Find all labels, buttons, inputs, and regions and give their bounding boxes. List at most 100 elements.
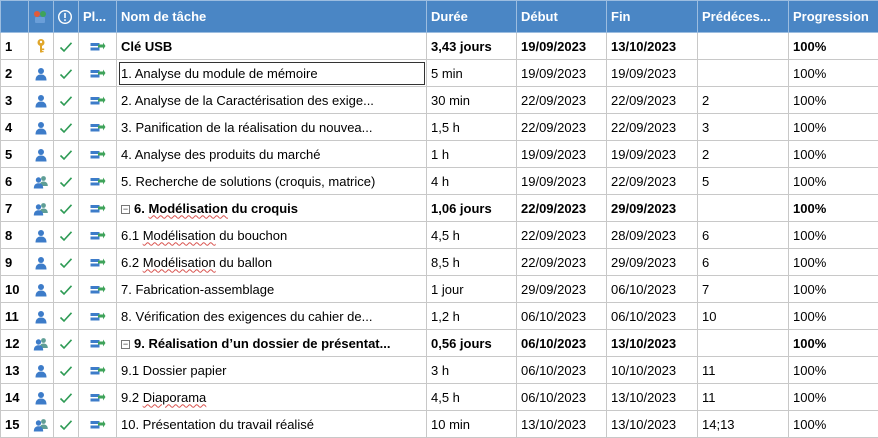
task-end[interactable]: 06/10/2023: [607, 303, 698, 330]
task-start[interactable]: 22/09/2023: [517, 87, 607, 114]
task-start[interactable]: 06/10/2023: [517, 330, 607, 357]
task-predecessors[interactable]: 5: [698, 168, 789, 195]
task-row[interactable]: 8 6.1 Modélisation du bouchon4,5 h22/09/…: [1, 222, 878, 249]
header-start[interactable]: Début: [517, 1, 607, 33]
planning-cell[interactable]: [79, 222, 117, 249]
header-task-type[interactable]: [29, 1, 54, 33]
planning-cell[interactable]: [79, 330, 117, 357]
task-name[interactable]: −6. Modélisation du croquis: [117, 195, 427, 222]
task-progress[interactable]: 100%: [789, 141, 878, 168]
planning-cell[interactable]: [79, 276, 117, 303]
row-number[interactable]: 9: [1, 249, 29, 276]
task-progress[interactable]: 100%: [789, 222, 878, 249]
task-row[interactable]: 13 9.1 Dossier papier3 h06/10/202310/10/…: [1, 357, 878, 384]
indicator-cell[interactable]: [54, 249, 79, 276]
task-duration[interactable]: 3 h: [427, 357, 517, 384]
task-predecessors[interactable]: [698, 60, 789, 87]
header-predecessors[interactable]: Prédéces...: [698, 1, 789, 33]
indicator-cell[interactable]: [54, 141, 79, 168]
task-start[interactable]: 19/09/2023: [517, 168, 607, 195]
row-number[interactable]: 7: [1, 195, 29, 222]
row-number[interactable]: 10: [1, 276, 29, 303]
header-name[interactable]: Nom de tâche: [117, 1, 427, 33]
task-progress[interactable]: 100%: [789, 357, 878, 384]
task-type-cell[interactable]: [29, 141, 54, 168]
task-end[interactable]: 19/09/2023: [607, 60, 698, 87]
task-predecessors[interactable]: 2: [698, 141, 789, 168]
task-name[interactable]: 2. Analyse de la Caractérisation des exi…: [117, 87, 427, 114]
task-predecessors[interactable]: 2: [698, 87, 789, 114]
task-start[interactable]: 19/09/2023: [517, 33, 607, 60]
task-start[interactable]: 06/10/2023: [517, 303, 607, 330]
task-end[interactable]: 22/09/2023: [607, 114, 698, 141]
task-end[interactable]: 13/10/2023: [607, 411, 698, 438]
collapse-toggle[interactable]: −: [121, 205, 130, 214]
task-duration[interactable]: 1,2 h: [427, 303, 517, 330]
header-duration[interactable]: Durée: [427, 1, 517, 33]
task-row[interactable]: 7 −6. Modélisation du croquis1,06 jours2…: [1, 195, 878, 222]
planning-cell[interactable]: [79, 168, 117, 195]
task-end[interactable]: 13/10/2023: [607, 384, 698, 411]
planning-cell[interactable]: [79, 303, 117, 330]
task-start[interactable]: 22/09/2023: [517, 222, 607, 249]
task-predecessors[interactable]: [698, 33, 789, 60]
task-duration[interactable]: 30 min: [427, 87, 517, 114]
planning-cell[interactable]: [79, 33, 117, 60]
task-duration[interactable]: 3,43 jours: [427, 33, 517, 60]
indicator-cell[interactable]: [54, 60, 79, 87]
task-type-cell[interactable]: [29, 357, 54, 384]
row-number[interactable]: 1: [1, 33, 29, 60]
task-name[interactable]: Clé USB: [117, 33, 427, 60]
task-start[interactable]: 13/10/2023: [517, 411, 607, 438]
task-predecessors[interactable]: 3: [698, 114, 789, 141]
task-progress[interactable]: 100%: [789, 195, 878, 222]
planning-cell[interactable]: [79, 195, 117, 222]
task-start[interactable]: 06/10/2023: [517, 384, 607, 411]
row-number[interactable]: 5: [1, 141, 29, 168]
planning-cell[interactable]: [79, 114, 117, 141]
task-type-cell[interactable]: [29, 303, 54, 330]
task-type-cell[interactable]: [29, 87, 54, 114]
task-start[interactable]: 22/09/2023: [517, 249, 607, 276]
task-end[interactable]: 29/09/2023: [607, 249, 698, 276]
indicator-cell[interactable]: [54, 276, 79, 303]
task-row[interactable]: 12 −9. Réalisation d’un dossier de prése…: [1, 330, 878, 357]
task-name[interactable]: 6.1 Modélisation du bouchon: [117, 222, 427, 249]
task-start[interactable]: 06/10/2023: [517, 357, 607, 384]
task-type-cell[interactable]: [29, 330, 54, 357]
indicator-cell[interactable]: [54, 168, 79, 195]
header-progress[interactable]: Progression: [789, 1, 878, 33]
task-row[interactable]: 1 Clé USB3,43 jours19/09/202313/10/20231…: [1, 33, 878, 60]
task-start[interactable]: 22/09/2023: [517, 114, 607, 141]
task-name[interactable]: 10. Présentation du travail réalisé: [117, 411, 427, 438]
task-duration[interactable]: 4,5 h: [427, 384, 517, 411]
task-name[interactable]: 7. Fabrication-assemblage: [117, 276, 427, 303]
task-row[interactable]: 2 1. Analyse du module de mémoire5 min19…: [1, 60, 878, 87]
task-type-cell[interactable]: [29, 411, 54, 438]
task-predecessors[interactable]: 6: [698, 222, 789, 249]
task-duration[interactable]: 4 h: [427, 168, 517, 195]
row-number[interactable]: 15: [1, 411, 29, 438]
planning-cell[interactable]: [79, 141, 117, 168]
row-number[interactable]: 4: [1, 114, 29, 141]
indicator-cell[interactable]: [54, 33, 79, 60]
indicator-cell[interactable]: [54, 87, 79, 114]
task-name[interactable]: 3. Panification de la réalisation du nou…: [117, 114, 427, 141]
task-duration[interactable]: 1,06 jours: [427, 195, 517, 222]
task-row[interactable]: 15 10. Présentation du travail réalisé10…: [1, 411, 878, 438]
header-planning[interactable]: Pl...: [79, 1, 117, 33]
task-progress[interactable]: 100%: [789, 168, 878, 195]
task-end[interactable]: 28/09/2023: [607, 222, 698, 249]
task-row[interactable]: 14 9.2 Diaporama4,5 h06/10/202313/10/202…: [1, 384, 878, 411]
task-name[interactable]: 9.1 Dossier papier: [117, 357, 427, 384]
task-predecessors[interactable]: 11: [698, 357, 789, 384]
task-start[interactable]: 19/09/2023: [517, 60, 607, 87]
task-name[interactable]: 8. Vérification des exigences du cahier …: [117, 303, 427, 330]
indicator-cell[interactable]: [54, 195, 79, 222]
row-number[interactable]: 14: [1, 384, 29, 411]
task-predecessors[interactable]: [698, 330, 789, 357]
planning-cell[interactable]: [79, 384, 117, 411]
planning-cell[interactable]: [79, 357, 117, 384]
task-duration[interactable]: 1 jour: [427, 276, 517, 303]
row-number[interactable]: 3: [1, 87, 29, 114]
